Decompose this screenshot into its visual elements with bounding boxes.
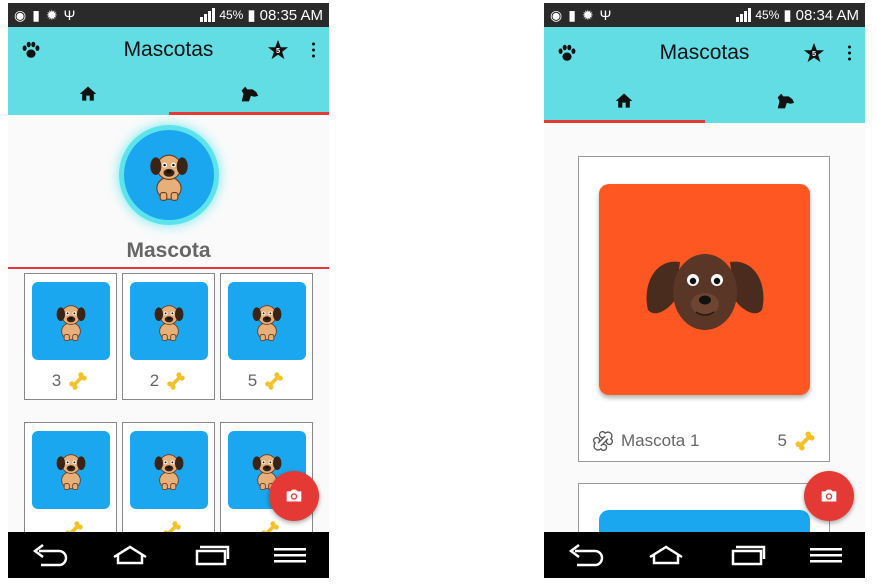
pet-card-likes: 5 bbox=[778, 429, 817, 453]
wifi-icon: ◉ bbox=[550, 6, 563, 23]
battery-saver-icon: ▮ bbox=[568, 6, 576, 23]
pet-card-name-group: Mascota 1 bbox=[591, 429, 699, 453]
likes-count: 5 bbox=[247, 371, 258, 390]
home-nav-icon[interactable] bbox=[646, 543, 686, 567]
bone-icon bbox=[793, 429, 817, 453]
dog-image bbox=[250, 300, 284, 342]
photo-thumbnail bbox=[130, 431, 208, 509]
status-icons-right: 45% ▮ 08:35 AM bbox=[200, 6, 323, 24]
tab-bar bbox=[544, 79, 865, 123]
photo-thumbnail bbox=[130, 282, 208, 360]
home-icon bbox=[78, 84, 98, 104]
recents-icon[interactable] bbox=[727, 543, 767, 567]
status-bar: ◉ ▮ ✹ Ψ 45% ▮ 08:34 AM bbox=[544, 3, 865, 27]
system-nav-bar bbox=[8, 532, 329, 578]
likes-count: 2 bbox=[149, 371, 160, 390]
android-icon: ✹ bbox=[45, 6, 58, 23]
status-time: 08:35 AM bbox=[259, 6, 323, 24]
paw-icon bbox=[20, 39, 42, 61]
back-icon[interactable] bbox=[565, 543, 605, 567]
bone-outline-icon bbox=[593, 431, 613, 451]
android-icon: ✹ bbox=[581, 6, 594, 23]
signal-icon bbox=[736, 8, 752, 22]
battery-percent: 45% bbox=[755, 8, 780, 22]
signal-icon bbox=[200, 8, 216, 22]
photo-likes: 2 bbox=[130, 370, 207, 392]
dog-icon bbox=[238, 83, 260, 105]
tab-indicator bbox=[168, 112, 329, 115]
status-icons-left: ◉ ▮ ✹ Ψ bbox=[14, 7, 75, 24]
camera-fab[interactable] bbox=[269, 471, 319, 521]
camera-icon bbox=[283, 485, 305, 507]
dog-face-image bbox=[646, 253, 763, 330]
bone-icon bbox=[263, 370, 285, 392]
photo-card[interactable]: 3 bbox=[24, 273, 117, 400]
photo-card[interactable] bbox=[24, 422, 117, 549]
tab-pet-profile[interactable] bbox=[705, 79, 866, 123]
dog-icon bbox=[774, 90, 796, 112]
recents-icon[interactable] bbox=[191, 543, 231, 567]
battery-saver-icon: ▮ bbox=[32, 6, 40, 23]
star-badge-count: 5 bbox=[812, 49, 816, 58]
photo-card[interactable] bbox=[122, 422, 215, 549]
tab-home[interactable] bbox=[8, 73, 169, 115]
phone-screen-left: ◉ ▮ ✹ Ψ 45% ▮ 08:35 AM Mascotas 5 Mascot… bbox=[8, 3, 329, 578]
photo-likes: 5 bbox=[228, 370, 305, 392]
photo-thumbnail bbox=[32, 431, 110, 509]
photo-card[interactable]: 5 bbox=[220, 273, 313, 400]
more-vert-icon[interactable] bbox=[312, 42, 315, 58]
phone-screen-right: ◉ ▮ ✹ Ψ 45% ▮ 08:34 AM Mascotas 5 Mascot… bbox=[544, 3, 865, 578]
pet-card-footer: Mascota 1 5 bbox=[591, 429, 817, 453]
bone-icon bbox=[165, 370, 187, 392]
status-bar: ◉ ▮ ✹ Ψ 45% ▮ 08:35 AM bbox=[8, 3, 329, 27]
more-vert-icon[interactable] bbox=[848, 45, 851, 61]
star-icon[interactable]: 5 bbox=[803, 42, 825, 64]
home-icon bbox=[614, 91, 634, 111]
dog-image bbox=[54, 449, 88, 491]
system-nav-bar bbox=[544, 532, 865, 578]
wifi-icon: ◉ bbox=[14, 6, 27, 23]
pet-card[interactable]: Mascota 1 5 bbox=[578, 156, 830, 462]
camera-icon bbox=[818, 485, 840, 507]
pet-name: Mascota bbox=[126, 239, 211, 262]
battery-icon: ▮ bbox=[247, 7, 256, 24]
photo-card[interactable]: 2 bbox=[122, 273, 215, 400]
menu-icon[interactable] bbox=[272, 543, 308, 567]
tab-pet-profile[interactable] bbox=[169, 73, 330, 115]
usb-icon: Ψ bbox=[63, 7, 76, 23]
star-icon[interactable]: 5 bbox=[267, 39, 289, 61]
dog-image bbox=[54, 300, 88, 342]
battery-percent: 45% bbox=[219, 8, 244, 22]
tab-indicator bbox=[544, 120, 705, 123]
profile-header: Mascota bbox=[8, 115, 329, 263]
dog-avatar-image bbox=[147, 148, 191, 202]
dog-image bbox=[152, 300, 186, 342]
photo-thumbnail bbox=[32, 282, 110, 360]
pet-card-image bbox=[599, 184, 810, 395]
photo-thumbnail bbox=[228, 282, 306, 360]
home-nav-icon[interactable] bbox=[110, 543, 150, 567]
usb-icon: Ψ bbox=[599, 7, 612, 23]
menu-icon[interactable] bbox=[808, 543, 844, 567]
pet-avatar[interactable] bbox=[118, 125, 219, 225]
status-icons-right: 45% ▮ 08:34 AM bbox=[736, 6, 859, 24]
likes-count: 5 bbox=[777, 431, 787, 450]
battery-icon: ▮ bbox=[783, 7, 792, 24]
dog-image bbox=[152, 449, 186, 491]
camera-fab[interactable] bbox=[804, 471, 854, 521]
status-time: 08:34 AM bbox=[795, 6, 859, 24]
tab-home[interactable] bbox=[544, 79, 705, 123]
action-bar: Mascotas 5 bbox=[544, 27, 865, 79]
star-badge-count: 5 bbox=[276, 46, 280, 55]
pet-card-name: Mascota 1 bbox=[621, 431, 700, 450]
bone-icon bbox=[67, 370, 89, 392]
status-icons-left: ◉ ▮ ✹ Ψ bbox=[550, 7, 611, 24]
paw-icon bbox=[556, 42, 578, 64]
photo-likes: 3 bbox=[32, 370, 109, 392]
action-bar: Mascotas 5 bbox=[8, 27, 329, 73]
likes-count: 3 bbox=[51, 371, 62, 390]
back-icon[interactable] bbox=[29, 543, 69, 567]
tab-bar bbox=[8, 73, 329, 115]
